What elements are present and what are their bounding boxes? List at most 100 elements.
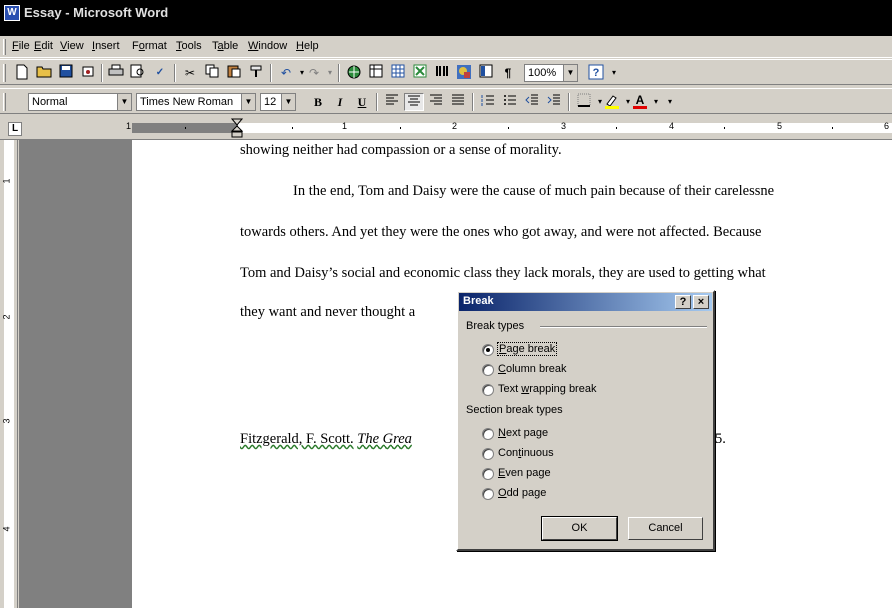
insert-table-icon[interactable] [388,64,408,82]
radio-label: Even page [498,467,551,479]
print-icon[interactable] [106,64,126,82]
bold-button[interactable]: B [308,93,328,111]
underline-button[interactable]: U [352,93,372,111]
toolbar-grip[interactable] [3,93,6,111]
chevron-down-icon[interactable]: ▼ [281,94,295,110]
open-folder-icon[interactable] [34,64,54,82]
radio-button[interactable] [482,468,494,480]
copy-icon[interactable] [202,64,222,82]
numbering-icon[interactable] [478,93,498,111]
cut-icon[interactable]: ✂ [180,64,200,82]
menu-insert[interactable]: Insert [92,40,120,52]
decrease-indent-icon[interactable] [522,93,542,111]
show-hide-icon[interactable]: ¶ [498,64,518,82]
radio-button[interactable] [482,448,494,460]
insert-excel-icon[interactable] [410,64,430,82]
font-value: Times New Roman [140,96,234,108]
word-app-icon[interactable]: W [4,5,20,21]
radio-button[interactable] [482,428,494,440]
ruler-number: 1 [342,121,348,131]
document-map-icon[interactable] [476,64,496,82]
italic-button[interactable]: I [330,93,350,111]
menu-file[interactable]: File [12,40,30,52]
chevron-down-icon[interactable]: ▼ [117,94,131,110]
permission-icon[interactable] [78,64,98,82]
print-preview-icon[interactable] [128,64,148,82]
ruler-number: 2 [452,121,458,131]
radio-label: Page break [496,342,558,356]
window-title: Essay - Microsoft Word [24,5,169,20]
standard-toolbar: ✓ ✂ ↶ ▾ ↷ ▾ ¶ 100% ▼ ? ▾ [0,59,892,85]
title-bar[interactable]: W Essay - Microsoft Word [0,0,892,36]
columns-icon[interactable] [432,64,452,82]
dialog-close-button[interactable]: × [693,295,709,309]
toolbar-separator [568,93,570,111]
radio-button[interactable] [482,488,494,500]
dialog-help-button[interactable]: ? [675,295,691,309]
ruler-number: 5 [777,121,783,131]
paste-icon[interactable] [224,64,244,82]
align-center-icon[interactable] [404,93,424,111]
new-document-icon[interactable] [12,64,32,82]
menu-help[interactable]: Help [296,40,319,52]
zoom-combo[interactable]: 100% ▼ [524,64,578,82]
font-size-combo[interactable]: 12 ▼ [260,93,296,111]
cancel-button[interactable]: Cancel [628,517,703,540]
citation-line: Fitzgerald, F. Scott. The Grea [240,431,412,448]
bullets-icon[interactable] [500,93,520,111]
radio-button[interactable] [482,344,494,356]
toolbar-separator [174,64,176,82]
citation-tail: 5. [715,431,726,447]
toolbar-grip[interactable] [3,64,6,82]
document-line: showing neither had compassion or a sens… [240,142,562,158]
radio-label: Continuous [498,447,554,459]
radio-button[interactable] [482,384,494,396]
spelling-icon[interactable]: ✓ [150,64,170,82]
svg-text:?: ? [593,67,600,79]
format-painter-icon[interactable] [246,64,266,82]
horizontal-ruler[interactable]: L 1 1 2 3 4 5 6 [0,118,892,140]
save-icon[interactable] [56,64,76,82]
style-combo[interactable]: Normal ▼ [28,93,132,111]
align-left-icon[interactable] [382,93,402,111]
ruler-number: 3 [561,121,567,131]
ruler-tick [292,127,293,129]
svg-text:A: A [636,93,645,107]
help-icon[interactable]: ? [586,64,606,82]
toolbar-options-icon[interactable]: ▾ [604,64,624,82]
toolbar-separator [270,64,272,82]
tab-selector-icon[interactable]: L [8,122,22,136]
document-line: towards others. And yet they were the on… [240,224,762,240]
toolbar-separator [472,93,474,111]
menu-window[interactable]: Window [248,40,287,52]
toolbar-options-icon[interactable]: ▾ [660,93,680,111]
increase-indent-icon[interactable] [544,93,564,111]
hyperlink-icon[interactable] [344,64,364,82]
vertical-ruler[interactable]: 1 2 3 4 [0,140,18,608]
toolbar-separator [338,64,340,82]
menu-edit[interactable]: Edit [34,40,53,52]
formatting-toolbar: Normal ▼ Times New Roman ▼ 12 ▼ B I U ▾ … [0,88,892,114]
tables-borders-icon[interactable] [366,64,386,82]
menu-view[interactable]: View [60,40,84,52]
font-combo[interactable]: Times New Roman ▼ [136,93,256,111]
chevron-down-icon[interactable]: ▼ [241,94,255,110]
drawing-icon[interactable] [454,64,474,82]
menubar-grip[interactable] [3,39,6,55]
justify-icon[interactable] [448,93,468,111]
menu-table[interactable]: Table [212,40,238,52]
chevron-down-icon[interactable]: ▼ [563,65,577,81]
menu-tools[interactable]: Tools [176,40,202,52]
indent-marker-icon[interactable] [231,118,243,138]
radio-button[interactable] [482,364,494,376]
align-right-icon[interactable] [426,93,446,111]
font-size-value: 12 [264,96,277,108]
ok-button[interactable]: OK [541,516,618,541]
menu-format[interactable]: Format [132,40,167,52]
redo-dropdown-icon[interactable]: ▾ [320,64,340,82]
radio-label: Text wrapping break [498,383,597,395]
dialog-title-bar[interactable]: Break ? × [459,293,712,311]
style-value: Normal [32,96,68,108]
document-line: In the end, Tom and Daisy were the cause… [293,183,775,199]
group-divider [540,326,707,328]
